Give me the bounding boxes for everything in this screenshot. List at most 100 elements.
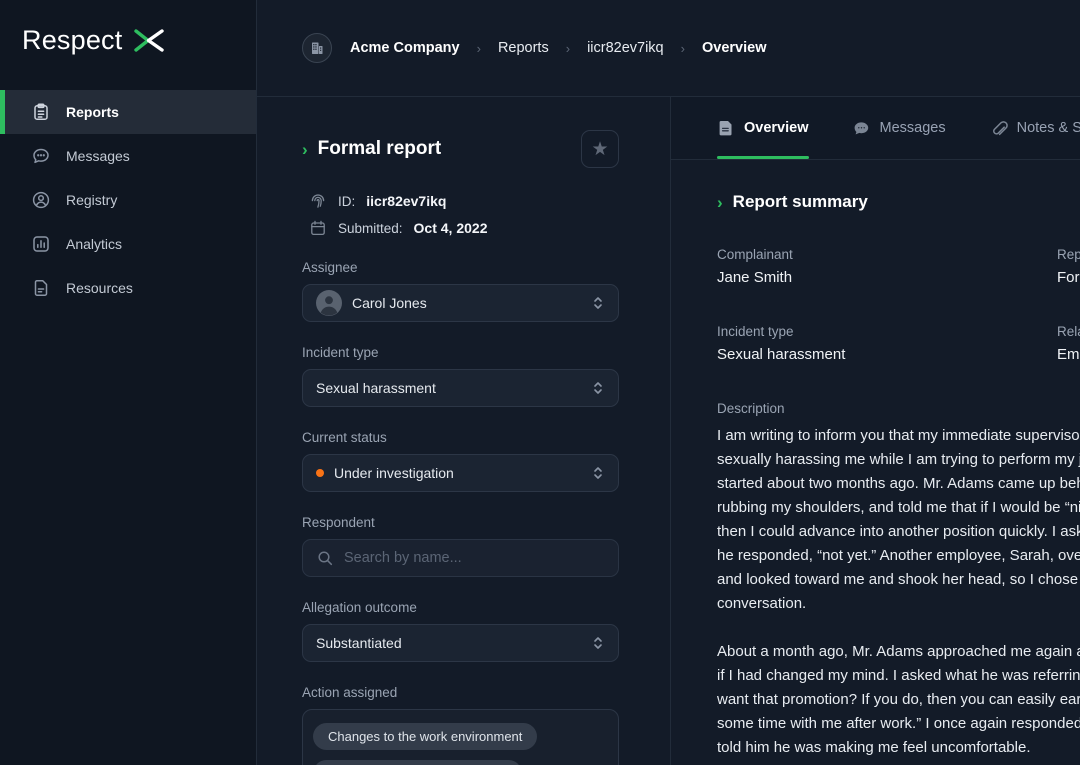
description-paragraph-2: About a month ago, Mr. Adams approached …: [717, 640, 1080, 760]
description-line: sexually harassing me while I am trying …: [717, 448, 1080, 472]
chevron-right-icon: ›: [681, 41, 685, 56]
kv-label: Complainant: [717, 247, 1057, 262]
incident-type-field: Incident type Sexual harassment: [302, 345, 619, 407]
sidebar-item-reports[interactable]: Reports: [0, 90, 256, 134]
tab-notes-statements[interactable]: Notes & Statements: [989, 97, 1080, 159]
current-status-value: Under investigation: [334, 465, 454, 481]
current-status-label: Current status: [302, 430, 619, 445]
breadcrumb-report-id[interactable]: iicr82ev7ikq: [587, 40, 664, 56]
current-status-field: Current status Under investigation: [302, 430, 619, 492]
incident-type-value: Sexual harassment: [316, 380, 436, 396]
tab-overview[interactable]: Overview: [717, 97, 809, 159]
tab-label: Notes & Statements: [1017, 120, 1080, 136]
allegation-outcome-select[interactable]: Substantiated: [302, 624, 619, 662]
action-chip[interactable]: Monitoring the alleged offender: [313, 760, 522, 765]
main-area: Acme Company › Reports › iicr82ev7ikq › …: [257, 0, 1080, 765]
current-status-select[interactable]: Under investigation: [302, 454, 619, 492]
kv-label: Incident type: [717, 324, 1057, 339]
report-submitted-value: Oct 4, 2022: [414, 220, 488, 236]
chevron-updown-icon: [591, 379, 605, 397]
tab-label: Overview: [744, 120, 809, 136]
breadcrumb-reports[interactable]: Reports: [498, 40, 549, 56]
tabbar: Overview Messages: [671, 97, 1080, 160]
breadcrumb-overview[interactable]: Overview: [702, 40, 767, 56]
fingerprint-icon: [309, 192, 327, 210]
chevron-updown-icon: [591, 634, 605, 652]
tab-label: Messages: [880, 120, 946, 136]
sidebar-item-label: Analytics: [66, 236, 122, 252]
kv-value: Jane Smith: [717, 269, 1057, 286]
resources-icon: [31, 278, 51, 298]
description-line: some time with me after work.” I once ag…: [717, 712, 1080, 736]
brand-name: Respect: [22, 25, 122, 56]
chevron-updown-icon: [591, 294, 605, 312]
summary-relationship: Relationship Employee: [1057, 324, 1080, 363]
summary-report-type: Report type Formal report: [1057, 247, 1080, 286]
favorite-button[interactable]: ★: [581, 130, 619, 168]
report-id-row: ID: iicr82ev7ikq: [309, 192, 619, 210]
chat-icon: [852, 119, 871, 138]
sidebar-item-label: Messages: [66, 148, 130, 164]
sidebar-item-messages[interactable]: Messages: [0, 134, 256, 178]
breadcrumb: Acme Company › Reports › iicr82ev7ikq › …: [302, 33, 766, 63]
content: › Formal report ★ ID:: [257, 97, 1080, 765]
incident-type-select[interactable]: Sexual harassment: [302, 369, 619, 407]
company-avatar: [302, 33, 332, 63]
report-submitted-label: Submitted:: [338, 221, 403, 236]
summary-complainant: Complainant Jane Smith: [717, 247, 1057, 286]
description-line: started about two months ago. Mr. Adams …: [717, 472, 1080, 496]
kv-value: Formal report: [1057, 269, 1080, 286]
description-line: and looked toward me and shook her head,…: [717, 568, 1080, 592]
reports-icon: [31, 102, 51, 122]
brand-logo: Respect: [0, 0, 256, 56]
sidebar: Respect Reports: [0, 0, 257, 765]
topbar: Acme Company › Reports › iicr82ev7ikq › …: [257, 0, 1080, 97]
summary-title: Report summary: [733, 192, 868, 212]
registry-icon: [31, 190, 51, 210]
star-icon: ★: [591, 140, 608, 159]
document-icon: [717, 119, 735, 137]
respondent-search: [302, 539, 619, 577]
chevron-right-icon: ›: [717, 194, 723, 211]
sidebar-item-registry[interactable]: Registry: [0, 178, 256, 222]
assignee-avatar: [316, 290, 342, 316]
description-line: told him he was making me feel uncomfort…: [717, 736, 1080, 760]
allegation-outcome-value: Substantiated: [316, 635, 402, 651]
description-line: conversation.: [717, 592, 1080, 616]
summary-incident-type: Incident type Sexual harassment: [717, 324, 1057, 363]
search-icon: [316, 549, 334, 567]
report-submitted-row: Submitted: Oct 4, 2022: [309, 219, 619, 237]
chevron-right-icon: ›: [302, 141, 308, 158]
respondent-search-input[interactable]: [344, 550, 605, 566]
assignee-field: Assignee Carol Jones: [302, 260, 619, 322]
report-id-value: iicr82ev7ikq: [366, 193, 446, 209]
assignee-select[interactable]: Carol Jones: [302, 284, 619, 322]
tab-messages[interactable]: Messages: [852, 97, 946, 159]
action-chip[interactable]: Changes to the work environment: [313, 723, 537, 750]
sidebar-nav: Reports Messages: [0, 90, 256, 310]
report-panel: › Formal report ★ ID:: [257, 97, 671, 765]
sidebar-item-analytics[interactable]: Analytics: [0, 222, 256, 266]
calendar-icon: [309, 219, 327, 237]
action-assigned-field: Action assigned Changes to the work envi…: [302, 685, 619, 765]
incident-type-label: Incident type: [302, 345, 619, 360]
sidebar-item-label: Reports: [66, 104, 119, 120]
messages-icon: [31, 146, 51, 166]
assignee-label: Assignee: [302, 260, 619, 275]
report-id-label: ID:: [338, 194, 355, 209]
sidebar-item-resources[interactable]: Resources: [0, 266, 256, 310]
respondent-field: Respondent: [302, 515, 619, 577]
action-assigned-multiselect[interactable]: Changes to the work environment Monitori…: [302, 709, 619, 765]
description-line: About a month ago, Mr. Adams approached …: [717, 640, 1080, 664]
breadcrumb-company[interactable]: Acme Company: [350, 40, 460, 56]
allegation-outcome-field: Allegation outcome Substantiated: [302, 600, 619, 662]
chevron-right-icon: ›: [477, 41, 481, 56]
app-window: Respect Reports: [0, 0, 1080, 765]
kv-value: Employee: [1057, 346, 1080, 363]
report-title: Formal report: [318, 138, 442, 160]
sidebar-item-label: Resources: [66, 280, 133, 296]
summary-grid: Complainant Jane Smith Report type Forma…: [717, 247, 1080, 363]
description-label: Description: [717, 401, 1080, 416]
detail-panel: Overview Messages: [671, 97, 1080, 765]
allegation-outcome-label: Allegation outcome: [302, 600, 619, 615]
